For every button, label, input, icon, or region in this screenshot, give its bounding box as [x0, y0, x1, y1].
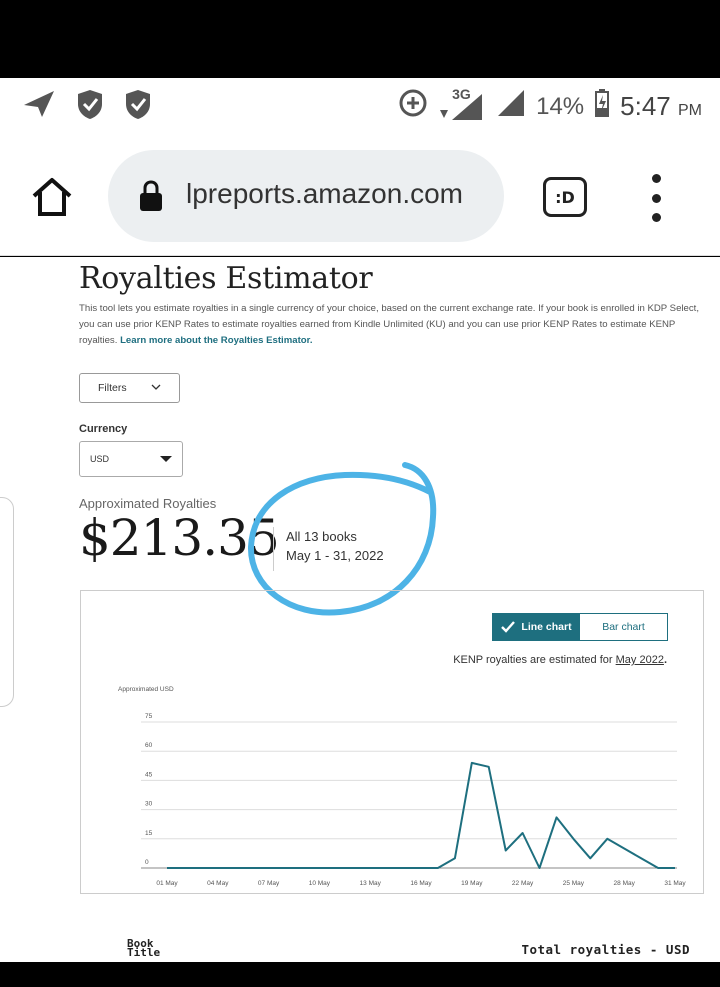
- summary-scope: All 13 books May 1 - 31, 2022: [273, 527, 384, 571]
- book-title-column-header[interactable]: Book Title: [127, 937, 167, 959]
- signal-icon: [496, 88, 526, 125]
- currency-value: USD: [90, 454, 110, 464]
- browser-toolbar: lpreports.amazon.com :D: [0, 136, 720, 256]
- x-tick-label: 31 May: [664, 880, 686, 887]
- y-tick-label: 15: [145, 830, 153, 837]
- royalties-line-chart: Approximated USD 75 60 45 30 15 0 01 May 04 May 0…: [118, 686, 686, 887]
- data-saver-icon: [398, 88, 428, 125]
- y-tick-label: 60: [145, 742, 153, 749]
- x-tick-label: 16 May: [410, 880, 432, 887]
- tab-switcher-button[interactable]: :D: [543, 177, 587, 217]
- x-tick-label: 13 May: [360, 880, 382, 887]
- learn-more-link[interactable]: Learn more about the Royalties Estimator…: [120, 335, 312, 346]
- page-content: Royalties Estimator This tool lets you e…: [0, 257, 720, 962]
- x-tick-label: 25 May: [563, 880, 585, 887]
- y-axis-label: Approximated USD: [118, 686, 174, 693]
- signal-3g-icon: 3G: [438, 86, 486, 122]
- battery-charging-icon: [594, 88, 610, 125]
- x-tick-label: 07 May: [258, 880, 280, 887]
- shield-check-icon: [76, 88, 104, 125]
- page-description: This tool lets you estimate royalties in…: [79, 301, 704, 349]
- overflow-menu-icon[interactable]: [650, 174, 662, 222]
- y-tick-label: 30: [145, 801, 153, 808]
- send-icon: [22, 89, 56, 124]
- royalties-amount: $213.35: [79, 509, 280, 567]
- total-royalties-column-header[interactable]: Total royalties - USD: [521, 942, 690, 957]
- dropdown-arrow-icon: [160, 456, 172, 462]
- home-button[interactable]: [30, 176, 74, 223]
- lock-icon: [138, 180, 164, 217]
- home-icon: [32, 178, 72, 216]
- url-text[interactable]: lpreports.amazon.com: [186, 178, 463, 210]
- filters-label: Filters: [98, 382, 127, 394]
- side-panel-edge: [0, 497, 14, 707]
- books-count: All 13 books: [286, 529, 357, 544]
- chevron-down-icon: [151, 374, 161, 414]
- y-tick-label: 0: [145, 859, 149, 866]
- x-tick-label: 19 May: [461, 880, 483, 887]
- royalties-chart-card: Line chart Bar chart KENP royalties are …: [80, 590, 704, 894]
- shield-check-icon-2: [124, 88, 152, 125]
- book-title-label: Book Title: [127, 937, 161, 959]
- x-tick-label: 28 May: [614, 880, 636, 887]
- currency-label: Currency: [79, 423, 128, 435]
- x-tick-label: 01 May: [156, 880, 178, 887]
- clock-time: 5:47: [620, 91, 671, 121]
- series-line: [167, 761, 675, 869]
- status-bar: 3G 14% 5:47 PM: [0, 78, 720, 136]
- currency-select[interactable]: USD: [79, 441, 183, 477]
- clock: 5:47 PM: [620, 91, 702, 122]
- date-range: May 1 - 31, 2022: [286, 548, 384, 563]
- screen-top-bezel: [0, 0, 720, 78]
- address-bar[interactable]: lpreports.amazon.com: [108, 150, 504, 242]
- page-title: Royalties Estimator: [79, 261, 373, 296]
- x-tick-label: 04 May: [207, 880, 229, 887]
- x-tick-label: 22 May: [512, 880, 534, 887]
- y-tick-label: 75: [145, 713, 153, 720]
- x-tick-label: 10 May: [309, 880, 331, 887]
- y-tick-label: 45: [145, 771, 153, 778]
- battery-percent: 14%: [536, 92, 585, 120]
- clock-ampm: PM: [678, 102, 702, 119]
- screen-bottom-bezel: [0, 962, 720, 987]
- filters-dropdown[interactable]: Filters: [79, 373, 180, 403]
